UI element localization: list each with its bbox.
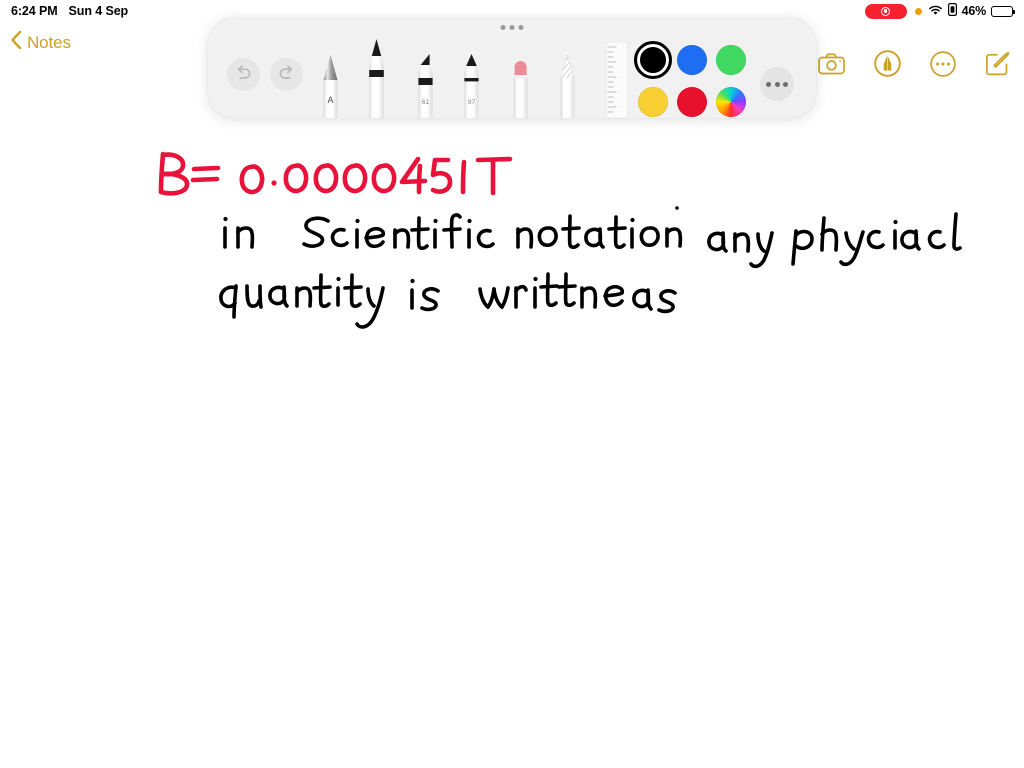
undo-redo-group [227, 58, 303, 91]
status-time: 6:24 PM [11, 4, 58, 18]
note-canvas[interactable]: B= 0.0000451 T [0, 120, 1024, 768]
back-to-notes-button[interactable]: Notes [10, 30, 71, 55]
redo-button[interactable] [270, 58, 303, 91]
status-bar: 6:24 PM Sun 4 Sep 46% [0, 0, 1024, 22]
color-swatch-yellow[interactable] [633, 83, 672, 118]
tool-lasso[interactable] [555, 54, 580, 118]
undo-button[interactable] [227, 58, 260, 91]
status-bar-right: 46% [864, 3, 1015, 19]
tool-marker[interactable]: 97 [459, 52, 484, 118]
camera-icon[interactable] [818, 53, 845, 80]
color-swatch-black[interactable] [633, 41, 672, 79]
tool-highlighter[interactable]: 61 [413, 52, 438, 118]
color-palette [633, 41, 750, 118]
back-button-label: Notes [27, 32, 71, 52]
color-swatch-red[interactable] [672, 83, 711, 118]
chevron-left-icon [10, 30, 22, 55]
wifi-icon [928, 4, 943, 19]
markup-toolbar[interactable]: A 61 97 [208, 18, 816, 118]
color-swatch-picker[interactable] [711, 83, 750, 118]
handwriting-line-3: quantity is written as [216, 272, 677, 340]
tool-pen[interactable] [364, 38, 389, 118]
tool-label-highlighter: 61 [422, 99, 430, 106]
tool-ruler[interactable] [602, 41, 632, 118]
color-swatch-green[interactable] [711, 41, 750, 79]
redo-arrow-icon [277, 64, 296, 86]
battery-percent-label: 46% [961, 4, 987, 18]
notes-app-window: 6:24 PM Sun 4 Sep 46% Notes A 61 97 [0, 0, 1024, 768]
screen-recording-icon[interactable] [864, 3, 907, 19]
rotation-lock-icon [947, 3, 957, 19]
compose-icon[interactable] [985, 51, 1010, 81]
markup-pen-icon[interactable] [874, 50, 901, 82]
color-swatch-blue[interactable] [672, 41, 711, 79]
status-bar-left: 6:24 PM Sun 4 Sep [11, 4, 128, 18]
status-date: Sun 4 Sep [68, 4, 129, 18]
battery-icon [991, 5, 1015, 17]
navigation-actions [818, 50, 1010, 82]
handwriting-line-1: B= 0.0000451 T [150, 150, 513, 208]
undo-arrow-icon [234, 64, 253, 86]
ellipsis-circle-icon[interactable] [930, 50, 956, 82]
privacy-indicator-icon [914, 7, 922, 15]
tool-label-fountain-pen: A [327, 95, 333, 105]
tool-label-marker: 97 [468, 99, 476, 106]
tool-fountain-pen[interactable]: A [318, 54, 343, 118]
handwriting-line-2: in Scientific notation any physical [218, 206, 962, 270]
tool-eraser[interactable] [508, 55, 533, 118]
more-colors-button[interactable] [760, 67, 794, 101]
